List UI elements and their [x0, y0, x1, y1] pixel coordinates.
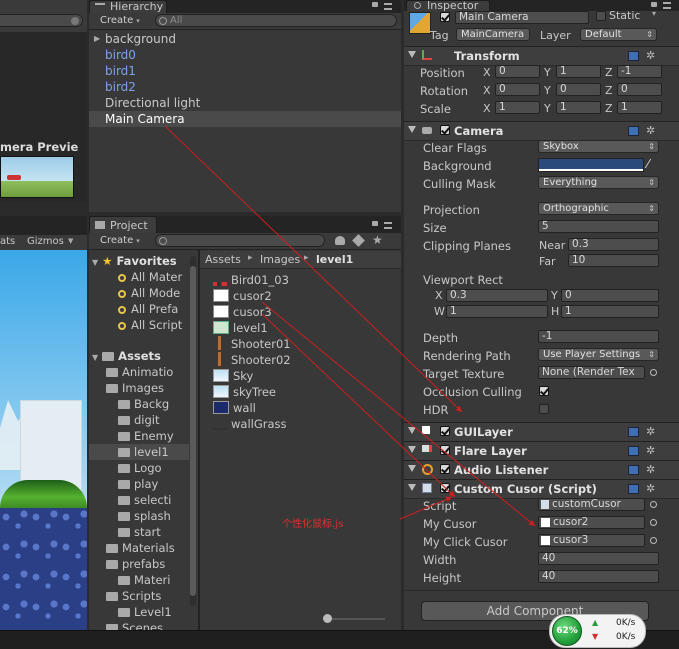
annotation-text: 个性化鼠标.js: [282, 519, 344, 530]
arrow-cursor3-to-script: [261, 313, 456, 498]
arrow-cursor2-to-mycursor: [261, 301, 536, 527]
annotation-arrows: [164, 125, 536, 527]
arrow-camera-to-hdr: [164, 125, 463, 413]
arrow-annotation-to-script: [399, 496, 453, 520]
